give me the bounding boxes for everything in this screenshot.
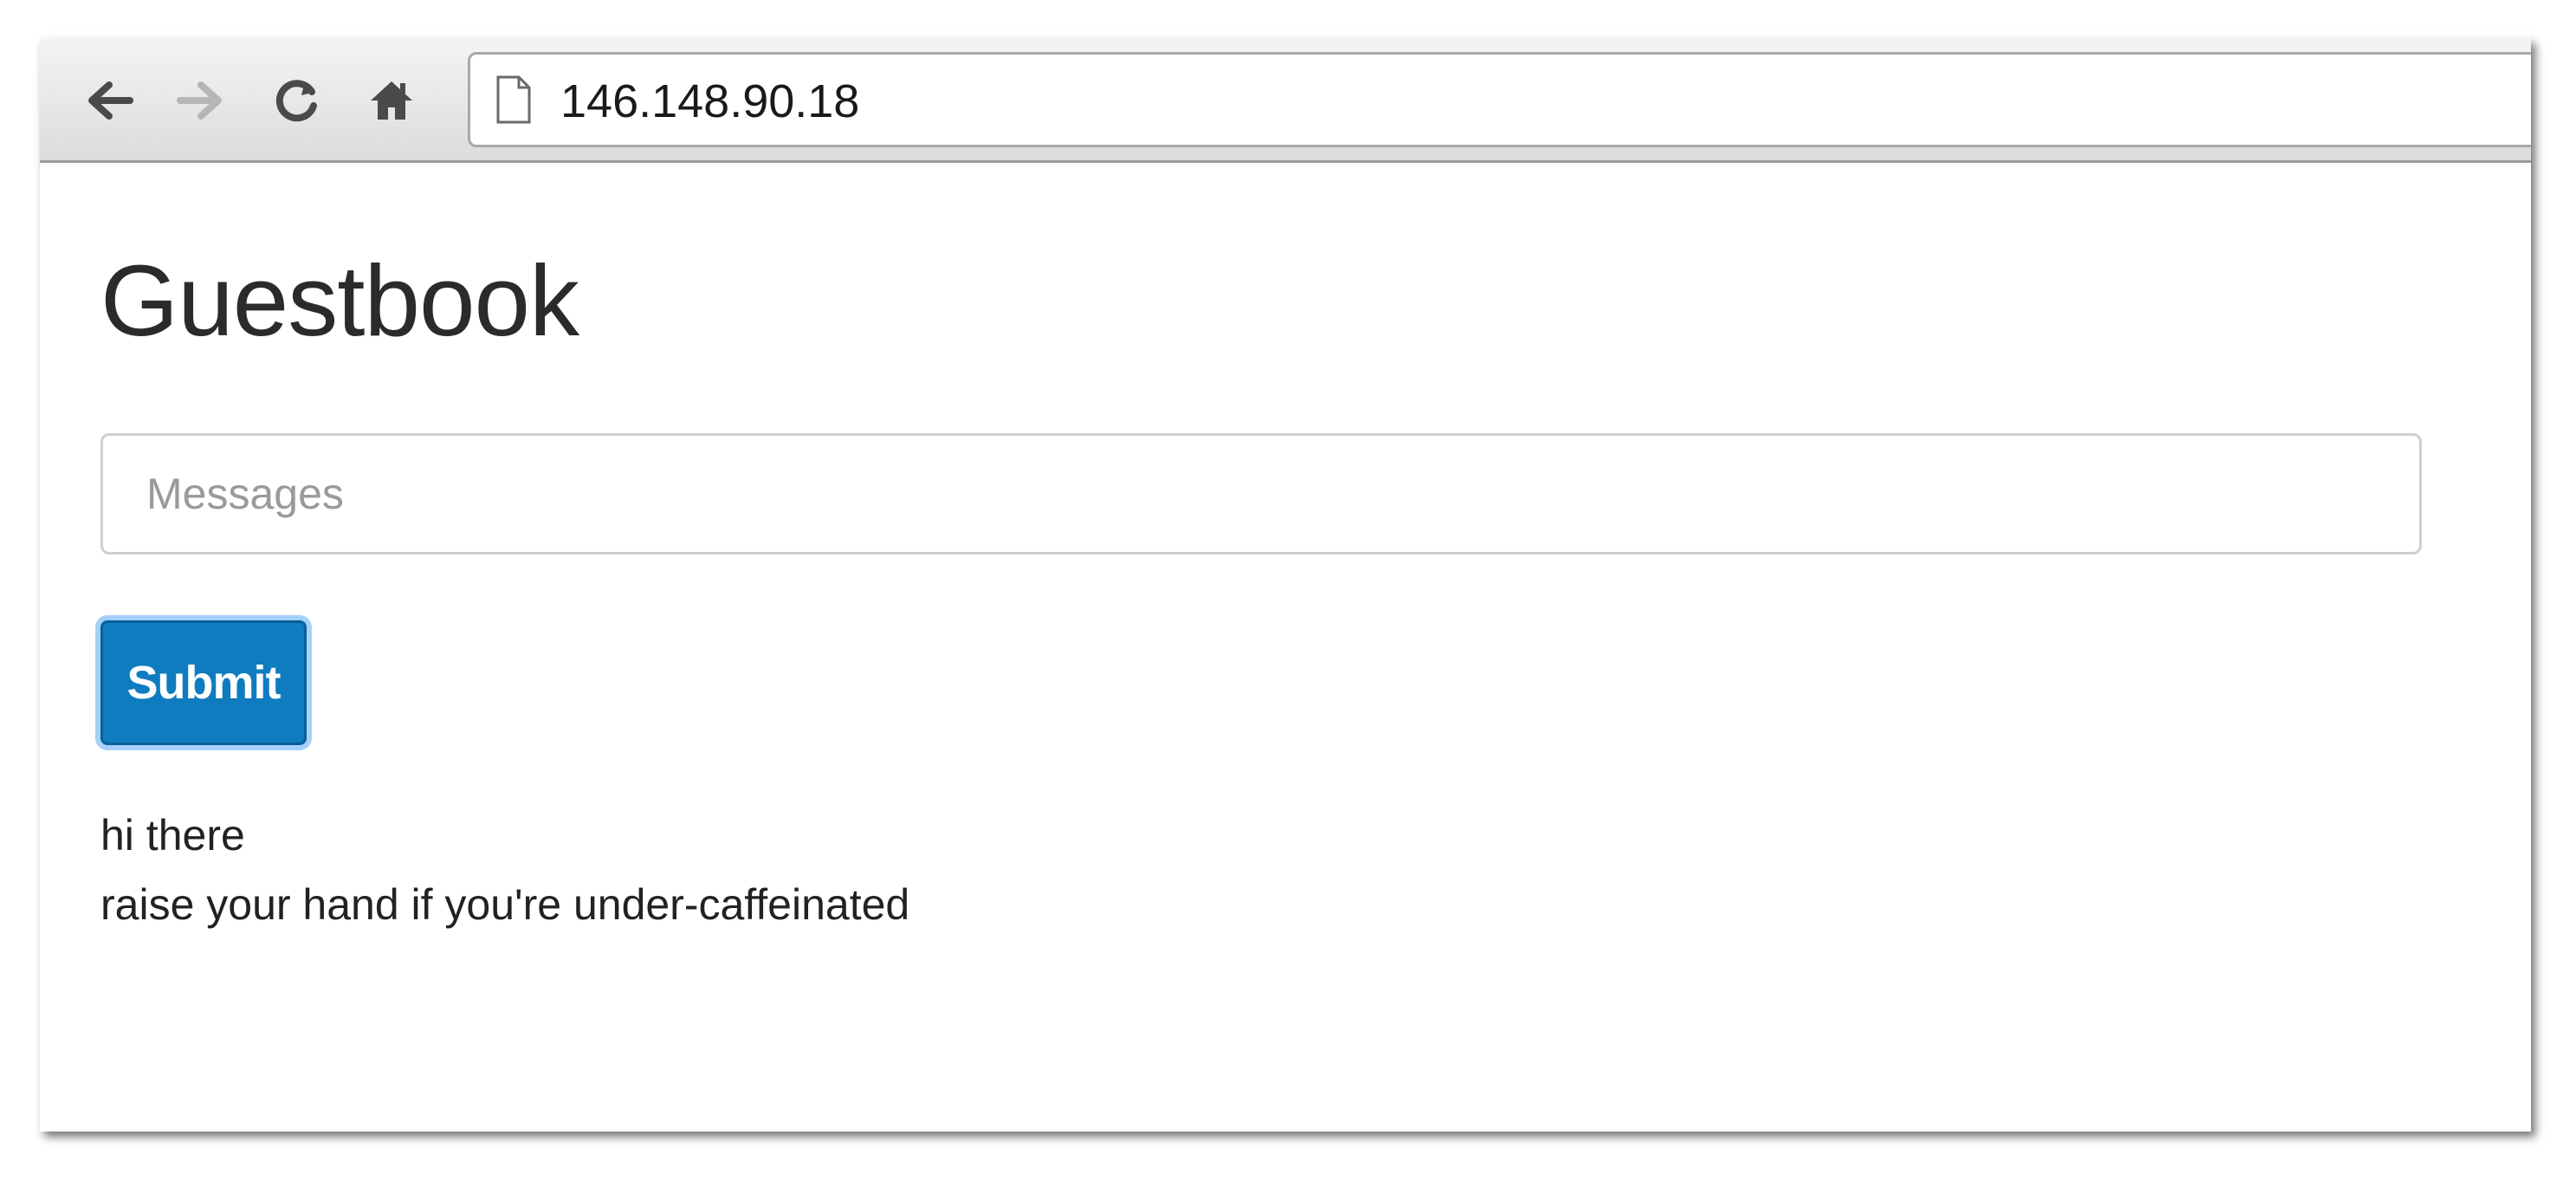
forward-arrow-icon bbox=[177, 81, 222, 120]
submit-button[interactable]: Submit bbox=[100, 620, 307, 745]
forward-button[interactable] bbox=[170, 64, 232, 137]
message-input[interactable] bbox=[100, 433, 2422, 555]
url-text: 146.148.90.18 bbox=[560, 75, 860, 127]
back-arrow-icon bbox=[88, 81, 133, 120]
back-button[interactable] bbox=[78, 64, 140, 137]
browser-toolbar: 146.148.90.18 bbox=[40, 38, 2531, 163]
page-content: Guestbook Submit hi there raise your han… bbox=[40, 163, 2531, 1132]
message-item: raise your hand if you're under-caffeina… bbox=[100, 880, 910, 929]
message-list: hi there raise your hand if you're under… bbox=[100, 801, 909, 939]
message-item: hi there bbox=[100, 811, 245, 859]
page-title: Guestbook bbox=[100, 244, 579, 357]
home-icon bbox=[371, 81, 412, 120]
reload-button[interactable] bbox=[267, 64, 329, 137]
reload-icon bbox=[275, 80, 317, 122]
address-bar[interactable]: 146.148.90.18 bbox=[468, 52, 2531, 147]
home-button[interactable] bbox=[360, 64, 423, 137]
browser-window: 146.148.90.18 Guestbook Submit hi there … bbox=[40, 38, 2531, 1132]
page-icon bbox=[496, 75, 531, 124]
